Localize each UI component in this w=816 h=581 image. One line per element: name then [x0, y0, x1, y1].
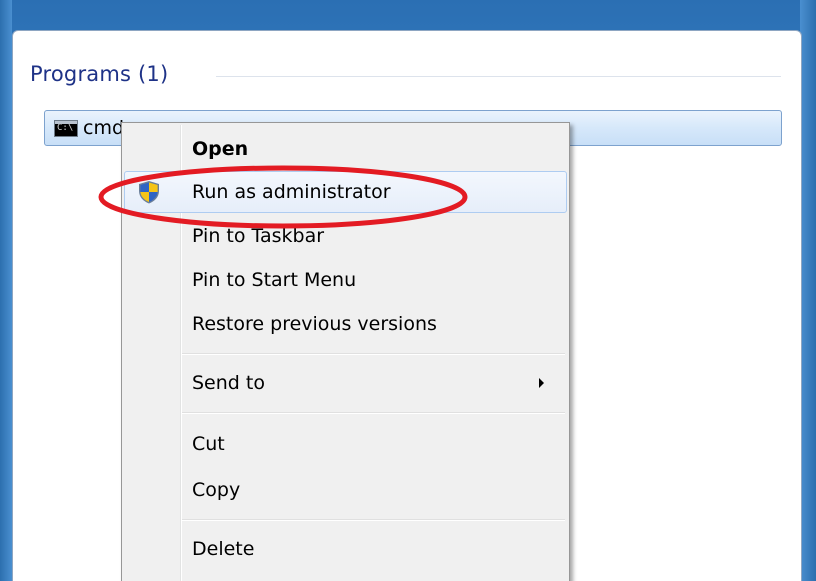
- window-frame-right: [800, 0, 816, 581]
- menu-item-send-to[interactable]: Send to: [124, 362, 567, 404]
- group-divider: [216, 76, 781, 77]
- menu-item-pin-to-taskbar[interactable]: Pin to Taskbar: [124, 215, 567, 257]
- menu-item-delete[interactable]: Delete: [124, 528, 567, 570]
- programs-group-header[interactable]: Programs (1): [30, 62, 168, 86]
- menu-item-cut[interactable]: Cut: [124, 423, 567, 465]
- menu-item-label: Copy: [192, 479, 241, 501]
- context-menu: Open Run as administrator Pin to Taskbar…: [121, 122, 570, 581]
- menu-separator: [182, 353, 565, 355]
- menu-item-label: Run as administrator: [192, 181, 391, 203]
- menu-item-label: Send to: [192, 372, 265, 394]
- menu-item-copy[interactable]: Copy: [124, 469, 567, 511]
- menu-item-label: Delete: [192, 538, 255, 560]
- menu-item-label: Pin to Taskbar: [192, 225, 325, 247]
- cmd-icon-text: C:\: [57, 123, 74, 133]
- menu-separator: [182, 412, 565, 414]
- search-result-label: cmd: [83, 117, 125, 139]
- cmd-icon: C:\: [54, 120, 78, 137]
- menu-item-run-as-administrator[interactable]: Run as administrator: [124, 171, 567, 213]
- menu-separator: [182, 519, 565, 521]
- window-frame-left: [0, 0, 12, 581]
- submenu-arrow-icon: [539, 378, 544, 388]
- menu-item-label: Restore previous versions: [192, 313, 437, 335]
- menu-item-open[interactable]: Open: [124, 128, 567, 170]
- uac-shield-icon: [139, 181, 159, 204]
- menu-item-label: Cut: [192, 433, 225, 455]
- menu-item-pin-to-start-menu[interactable]: Pin to Start Menu: [124, 259, 567, 301]
- menu-item-restore-previous-versions[interactable]: Restore previous versions: [124, 303, 567, 345]
- menu-item-label: Open: [192, 138, 249, 160]
- menu-item-label: Pin to Start Menu: [192, 269, 357, 291]
